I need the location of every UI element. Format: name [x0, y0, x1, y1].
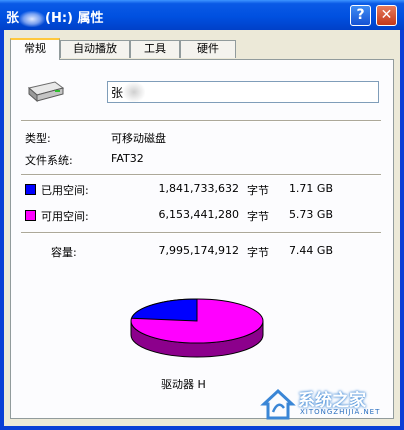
- help-button[interactable]: ?: [350, 5, 371, 26]
- watermark-subtext: XITONGZHIJIA.NET: [300, 408, 381, 416]
- window-title: 张 (H:) 属性: [6, 7, 104, 27]
- free-space-size: 5.73 GB: [288, 208, 333, 221]
- used-space-bytes: 1,841,733,632: [158, 182, 239, 195]
- general-panel: 类型: 可移动磁盘 文件系统: FAT32 已用空间: 1,841,733,63…: [10, 59, 394, 419]
- capacity-size: 7.44 GB: [288, 244, 333, 257]
- used-space-label: 已用空间:: [41, 184, 89, 197]
- filesystem-label: 文件系统:: [25, 154, 73, 167]
- used-space-size: 1.71 GB: [288, 182, 333, 195]
- pie-slice-used: [130, 298, 198, 322]
- separator: [21, 174, 381, 176]
- separator: [21, 232, 381, 234]
- drive-caption: 驱动器 H: [161, 378, 206, 391]
- name-redaction: [123, 82, 145, 102]
- tab-autoplay[interactable]: 自动播放: [60, 40, 130, 58]
- tab-general[interactable]: 常规: [10, 38, 60, 60]
- title-prefix: 张: [6, 11, 20, 26]
- capacity-bytes: 7,995,174,912: [158, 244, 239, 257]
- tab-tools[interactable]: 工具: [130, 40, 180, 58]
- tab-hardware[interactable]: 硬件: [180, 40, 236, 58]
- free-space-label: 可用空间:: [41, 210, 89, 223]
- free-space-swatch: [25, 210, 36, 221]
- type-label: 类型:: [25, 132, 51, 145]
- capacity-label: 容量:: [51, 246, 77, 259]
- used-space-unit: 字节: [247, 184, 269, 197]
- site-watermark: 系统之家 XITONGZHIJIA.NET: [258, 384, 398, 424]
- properties-window: 张 (H:) 属性 ? ✕ 常规 自动播放 工具 硬件 类型: 可移动磁盘 文件系…: [0, 0, 404, 430]
- separator: [21, 120, 381, 122]
- close-button[interactable]: ✕: [376, 5, 397, 26]
- capacity-unit: 字节: [247, 246, 269, 259]
- removable-drive-icon: [27, 81, 65, 103]
- title-bar[interactable]: 张 (H:) 属性 ? ✕: [0, 0, 404, 30]
- drive-name-input[interactable]: [107, 81, 379, 103]
- used-space-swatch: [25, 184, 36, 195]
- title-redaction: [19, 10, 46, 27]
- type-value: 可移动磁盘: [111, 132, 166, 145]
- house-logo-icon: [260, 388, 296, 420]
- title-suffix: (H:) 属性: [45, 11, 104, 26]
- free-space-unit: 字节: [247, 210, 269, 223]
- dialog-client: 常规 自动播放 工具 硬件 类型: 可移动磁盘 文件系统: FAT32 已用空间…: [4, 30, 400, 426]
- free-space-bytes: 6,153,441,280: [158, 208, 239, 221]
- disk-usage-pie: [130, 298, 264, 358]
- filesystem-value: FAT32: [111, 152, 144, 165]
